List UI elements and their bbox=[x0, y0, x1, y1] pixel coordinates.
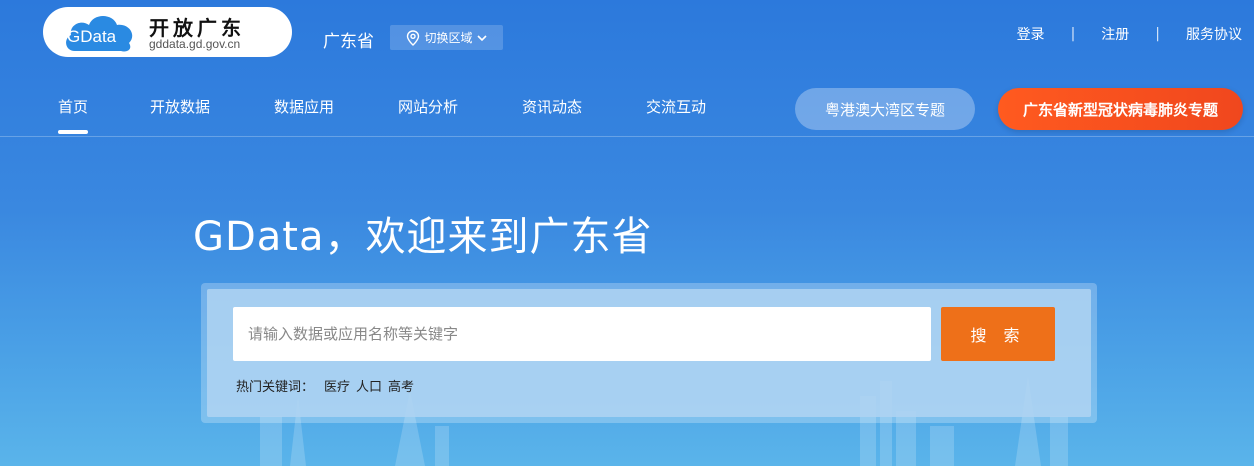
hot-keyword[interactable]: 人口 bbox=[356, 376, 382, 395]
hot-keywords: 热门关键词： 医疗 人口 高考 bbox=[236, 376, 414, 395]
top-links: 登录 | 注册 | 服务协议 bbox=[1017, 24, 1242, 44]
login-link[interactable]: 登录 bbox=[1017, 24, 1045, 44]
site-logo[interactable]: GData 开放广东 gddata.gd.gov.cn bbox=[43, 7, 292, 57]
hero-title: GData，欢迎来到广东省 bbox=[193, 214, 653, 260]
region-switch-button[interactable]: 切换区域 bbox=[390, 25, 503, 50]
hot-keyword[interactable]: 医疗 bbox=[324, 376, 350, 395]
nav-divider bbox=[0, 136, 1254, 137]
nav-item-community[interactable]: 交流互动 bbox=[646, 96, 706, 117]
link-separator: | bbox=[1155, 26, 1160, 42]
service-agreement-link[interactable]: 服务协议 bbox=[1186, 24, 1242, 44]
nav-item-data-apps[interactable]: 数据应用 bbox=[274, 96, 334, 117]
link-separator: | bbox=[1070, 26, 1076, 42]
current-region: 广东省 bbox=[323, 32, 374, 52]
greater-bay-area-topic-button[interactable]: 粤港澳大湾区专题 bbox=[795, 88, 975, 130]
hot-keywords-label: 热门关键词： bbox=[236, 380, 315, 395]
covid-topic-button[interactable]: 广东省新型冠状病毒肺炎专题 bbox=[998, 88, 1243, 130]
search-input[interactable] bbox=[233, 307, 931, 361]
location-pin-icon bbox=[407, 29, 420, 46]
nav-item-news[interactable]: 资讯动态 bbox=[522, 96, 582, 117]
hot-keyword[interactable]: 高考 bbox=[388, 376, 414, 395]
logo-badge-text: GData bbox=[67, 27, 117, 46]
logo-domain: gddata.gd.gov.cn bbox=[149, 37, 241, 51]
chevron-down-icon bbox=[476, 34, 487, 41]
nav-item-open-data[interactable]: 开放数据 bbox=[150, 96, 210, 117]
region-switch-label: 切换区域 bbox=[424, 31, 473, 45]
nav-item-site-analytics[interactable]: 网站分析 bbox=[398, 96, 458, 117]
register-link[interactable]: 注册 bbox=[1101, 24, 1129, 44]
nav-item-home[interactable]: 首页 bbox=[58, 96, 89, 134]
search-button[interactable]: 搜 索 bbox=[941, 307, 1055, 361]
